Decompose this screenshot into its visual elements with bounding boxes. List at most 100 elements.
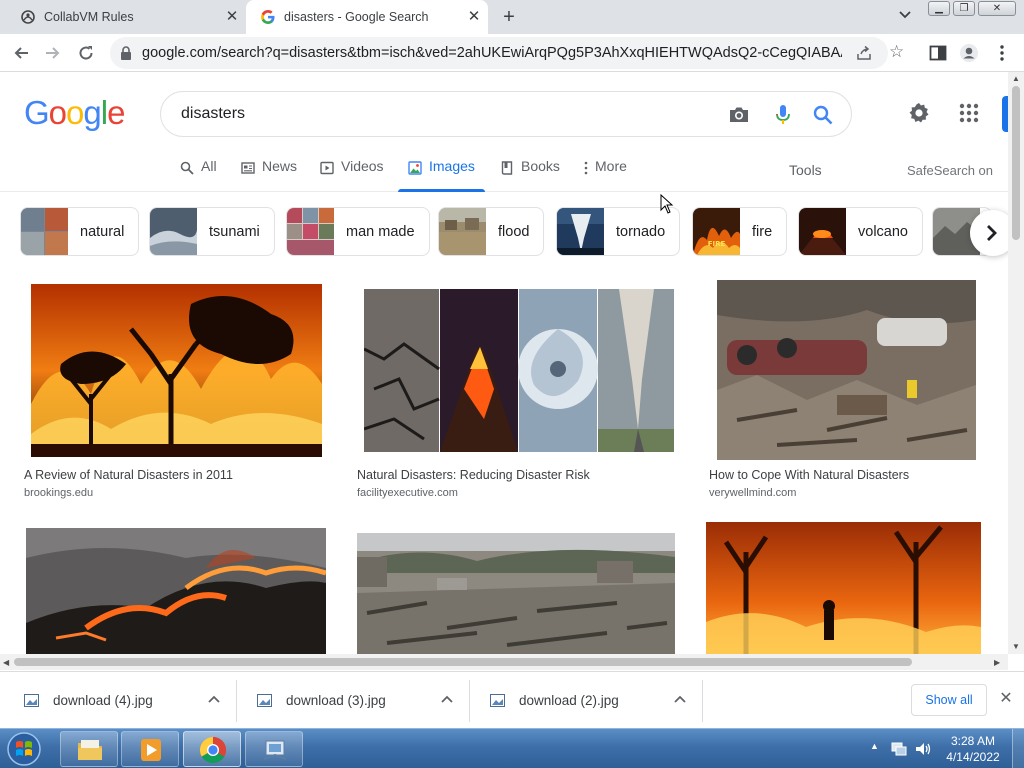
download-item[interactable]: download (4).jpg bbox=[4, 680, 237, 722]
tab-videos[interactable]: Videos bbox=[320, 158, 384, 192]
scroll-left-icon[interactable]: ◀ bbox=[3, 658, 9, 667]
result-caption[interactable]: A Review of Natural Disasters in 2011 bbox=[24, 468, 233, 482]
camera-icon[interactable] bbox=[728, 104, 750, 126]
windows-start-icon[interactable] bbox=[4, 731, 44, 767]
tab-collabvm-rules[interactable]: CollabVM Rules ✕ bbox=[0, 0, 246, 34]
search-icon[interactable] bbox=[812, 104, 834, 126]
search-nav-tabs: All News Videos Images Books More bbox=[0, 150, 1008, 192]
lock-icon bbox=[121, 46, 131, 60]
search-box[interactable]: disasters bbox=[160, 91, 852, 137]
restore-icon[interactable]: ❐ bbox=[953, 1, 975, 16]
scroll-up-icon[interactable]: ▲ bbox=[1012, 74, 1020, 83]
download-item[interactable]: download (3).jpg bbox=[237, 680, 470, 722]
volume-icon[interactable] bbox=[914, 741, 932, 757]
tab-google-search[interactable]: disasters - Google Search ✕ bbox=[246, 0, 488, 34]
search-icon bbox=[180, 161, 194, 175]
close-icon[interactable]: ✕ bbox=[997, 690, 1015, 708]
safesearch-toggle[interactable]: SafeSearch on bbox=[907, 163, 993, 178]
chip-fire[interactable]: FIRE fire bbox=[692, 207, 788, 256]
close-tab-icon[interactable]: ✕ bbox=[466, 9, 482, 25]
browser-toolbar: google.com/search?q=disasters&tbm=isch&v… bbox=[0, 34, 1024, 72]
tab-news[interactable]: News bbox=[241, 158, 297, 192]
search-input[interactable]: disasters bbox=[181, 105, 245, 123]
side-panel-icon[interactable] bbox=[928, 43, 948, 63]
reload-icon[interactable] bbox=[74, 41, 98, 65]
share-icon[interactable] bbox=[856, 45, 872, 61]
system-clock[interactable]: 3:28 AM 4/14/2022 bbox=[938, 733, 1008, 765]
back-icon[interactable] bbox=[9, 41, 33, 65]
forest-fire-photo[interactable] bbox=[31, 284, 322, 457]
tab-title: disasters - Google Search bbox=[284, 10, 429, 24]
minimize-icon[interactable]: ▁ bbox=[928, 1, 950, 16]
taskbar-media-player[interactable] bbox=[121, 731, 179, 767]
forward-icon[interactable] bbox=[41, 41, 65, 65]
result-source[interactable]: facilityexecutive.com bbox=[357, 487, 458, 499]
chip-thumbnail-tsunami bbox=[150, 208, 197, 255]
menu-kebab-icon[interactable] bbox=[992, 43, 1012, 63]
profile-icon[interactable] bbox=[959, 43, 979, 63]
result-caption[interactable]: Natural Disasters: Reducing Disaster Ris… bbox=[357, 468, 590, 482]
image-result[interactable] bbox=[20, 521, 332, 654]
image-result[interactable]: How to Cope With Natural Disasters veryw… bbox=[705, 277, 995, 507]
chevron-down-icon[interactable] bbox=[895, 8, 915, 26]
image-file-icon bbox=[490, 694, 505, 707]
logo-letter: g bbox=[83, 94, 101, 131]
scrollbar-thumb[interactable] bbox=[1012, 86, 1020, 240]
firefighter-fire-photo[interactable] bbox=[706, 522, 981, 654]
tab-books[interactable]: Books bbox=[500, 158, 560, 192]
tab-all[interactable]: All bbox=[180, 158, 217, 192]
tsunami-debris-photo[interactable] bbox=[717, 280, 976, 460]
scroll-right-icon[interactable]: ▶ bbox=[994, 658, 1000, 667]
scroll-down-icon[interactable]: ▼ bbox=[1012, 642, 1020, 651]
network-app-icon bbox=[263, 740, 287, 760]
bookmark-star-icon[interactable]: ☆ bbox=[889, 42, 904, 62]
tab-label: News bbox=[262, 158, 298, 174]
horizontal-scrollbar[interactable]: ◀ ▶ bbox=[0, 654, 1008, 670]
tab-label: Images bbox=[429, 158, 475, 174]
close-tab-icon[interactable]: ✕ bbox=[224, 9, 240, 25]
result-source[interactable]: verywellmind.com bbox=[709, 487, 796, 499]
plus-icon[interactable]: + bbox=[498, 6, 520, 28]
result-source[interactable]: brookings.edu bbox=[24, 487, 93, 499]
chevron-up-icon[interactable] bbox=[440, 693, 454, 707]
mouse-cursor-icon bbox=[660, 194, 674, 214]
image-result[interactable] bbox=[353, 521, 683, 654]
tab-label: All bbox=[201, 158, 217, 174]
tab-label: Videos bbox=[341, 158, 384, 174]
chevron-up-icon[interactable] bbox=[673, 693, 687, 707]
microphone-icon[interactable] bbox=[772, 104, 794, 126]
tools-button[interactable]: Tools bbox=[789, 162, 822, 178]
scrollbar-thumb[interactable] bbox=[14, 658, 912, 666]
google-logo[interactable]: Google bbox=[24, 94, 125, 132]
chevron-up-icon[interactable] bbox=[207, 693, 221, 707]
taskbar-explorer[interactable] bbox=[60, 731, 118, 767]
image-result[interactable] bbox=[705, 521, 995, 654]
chip-natural[interactable]: natural bbox=[20, 207, 140, 256]
disaster-collage-photo[interactable] bbox=[364, 289, 674, 452]
settings-gear-icon[interactable] bbox=[907, 101, 931, 125]
vertical-scrollbar[interactable]: ▲ ▼ bbox=[1008, 72, 1024, 654]
chip-tsunami[interactable]: tsunami bbox=[149, 207, 275, 256]
destroyed-town-photo[interactable] bbox=[357, 533, 675, 654]
video-icon bbox=[320, 161, 334, 175]
tab-images[interactable]: Images bbox=[398, 158, 485, 192]
taskbar-app[interactable] bbox=[245, 731, 303, 767]
apps-grid-icon[interactable] bbox=[959, 103, 979, 123]
result-caption[interactable]: How to Cope With Natural Disasters bbox=[709, 468, 909, 482]
download-item[interactable]: download (2).jpg bbox=[470, 680, 703, 722]
hillside-fire-photo[interactable] bbox=[26, 528, 326, 654]
image-result[interactable]: Natural Disasters: Reducing Disaster Ris… bbox=[353, 277, 683, 507]
chip-flood[interactable]: flood bbox=[438, 207, 545, 256]
network-icon[interactable] bbox=[890, 741, 908, 757]
tab-more[interactable]: More bbox=[582, 158, 627, 192]
show-desktop-button[interactable] bbox=[1012, 729, 1024, 768]
tray-expand-icon[interactable]: ▲ bbox=[870, 741, 879, 751]
show-all-downloads-button[interactable]: Show all bbox=[911, 684, 987, 716]
taskbar-chrome[interactable] bbox=[183, 731, 241, 767]
chip-volcano[interactable]: volcano bbox=[798, 207, 923, 256]
chip-tornado[interactable]: tornado bbox=[556, 207, 681, 256]
address-bar[interactable]: google.com/search?q=disasters&tbm=isch&v… bbox=[110, 37, 904, 69]
image-result[interactable]: A Review of Natural Disasters in 2011 br… bbox=[20, 277, 332, 507]
chip-man-made[interactable]: man made bbox=[286, 207, 430, 256]
close-window-icon[interactable]: ✕ bbox=[978, 1, 1016, 16]
